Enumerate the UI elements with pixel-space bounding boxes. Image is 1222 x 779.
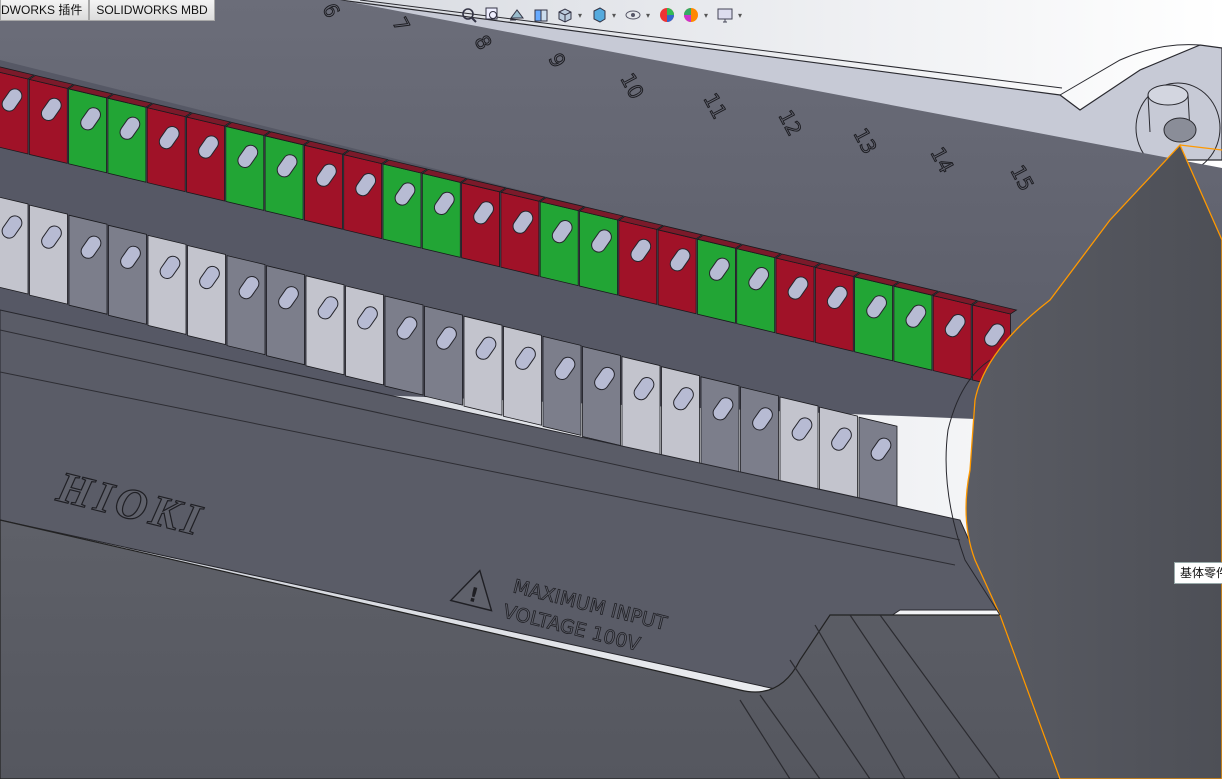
terminal-lower	[226, 255, 266, 356]
terminal-upper	[618, 219, 658, 305]
terminal-upper	[893, 285, 933, 371]
terminal-lower	[187, 244, 226, 346]
terminal-lower	[266, 265, 305, 366]
terminal-upper	[0, 71, 29, 155]
chevron-down-icon[interactable]: ▾	[612, 11, 620, 20]
terminal-upper	[225, 125, 265, 211]
terminal-lower	[621, 356, 661, 457]
terminal-upper	[657, 229, 697, 315]
display-style-icon[interactable]	[588, 4, 610, 26]
edit-appearance-icon[interactable]	[656, 4, 678, 26]
zoom-to-area-icon[interactable]	[482, 4, 504, 26]
terminal-upper	[421, 172, 461, 258]
terminal-lower	[779, 396, 819, 497]
terminal-lower	[29, 204, 68, 305]
terminal-upper	[932, 295, 972, 381]
terminal-upper	[382, 163, 422, 249]
terminal-lower	[700, 376, 740, 477]
terminal-upper	[107, 97, 147, 183]
terminal-lower	[424, 305, 463, 406]
terminal-upper	[579, 210, 618, 296]
terminal-lower	[582, 345, 621, 447]
terminal-lower	[345, 285, 384, 386]
terminal-lower	[0, 196, 29, 295]
zoom-to-fit-icon[interactable]	[458, 4, 480, 26]
terminal-lower	[661, 366, 700, 467]
chevron-down-icon[interactable]: ▾	[738, 11, 746, 20]
terminal-lower	[108, 224, 147, 325]
terminal-lower	[463, 315, 503, 416]
apply-scene-icon[interactable]	[680, 4, 702, 26]
terminal-upper	[264, 135, 304, 221]
previous-view-icon[interactable]	[506, 4, 528, 26]
tab-solidworks-mbd[interactable]: SOLIDWORKS MBD	[89, 0, 215, 21]
terminal-upper	[775, 257, 815, 343]
command-manager-tabs: DWORKS 插件 SOLIDWORKS MBD	[0, 0, 215, 22]
terminal-lower	[384, 295, 424, 396]
terminal-upper	[854, 276, 893, 362]
terminal-upper	[68, 88, 107, 174]
terminal-lower	[503, 325, 542, 426]
terminal-lower	[68, 214, 108, 315]
terminal-lower	[542, 335, 582, 436]
terminal-upper	[461, 182, 501, 268]
terminal-upper	[736, 248, 776, 334]
terminal-upper	[500, 191, 540, 277]
hide-show-items-icon[interactable]	[622, 4, 644, 26]
terminal-upper	[303, 144, 343, 230]
terminal-upper	[697, 238, 736, 324]
chevron-down-icon[interactable]: ▾	[646, 11, 654, 20]
terminal-lower	[147, 234, 187, 335]
chevron-down-icon[interactable]: ▾	[578, 11, 586, 20]
terminal-lower	[305, 275, 345, 376]
terminal-upper	[186, 116, 225, 202]
chevron-down-icon[interactable]: ▾	[704, 11, 712, 20]
view-settings-icon[interactable]	[714, 4, 736, 26]
section-view-icon[interactable]	[530, 4, 552, 26]
terminal-lower	[740, 386, 779, 487]
selection-tooltip: 基体零件	[1174, 562, 1222, 584]
terminal-upper	[814, 266, 854, 352]
heads-up-view-toolbar: ▾ ▾ ▾ ▾ ▾	[458, 2, 746, 28]
terminal-upper	[146, 107, 186, 193]
terminal-upper	[539, 201, 579, 287]
terminal-upper	[343, 154, 383, 240]
tab-solidworks-addins[interactable]: DWORKS 插件	[0, 0, 90, 21]
terminal-upper	[28, 78, 68, 164]
3d-graphics-area[interactable]: 6 7 8 9 10 11 12 13 14 15 HIOKI ! MAXIMU…	[0, 0, 1222, 779]
view-orientation-icon[interactable]	[554, 4, 576, 26]
